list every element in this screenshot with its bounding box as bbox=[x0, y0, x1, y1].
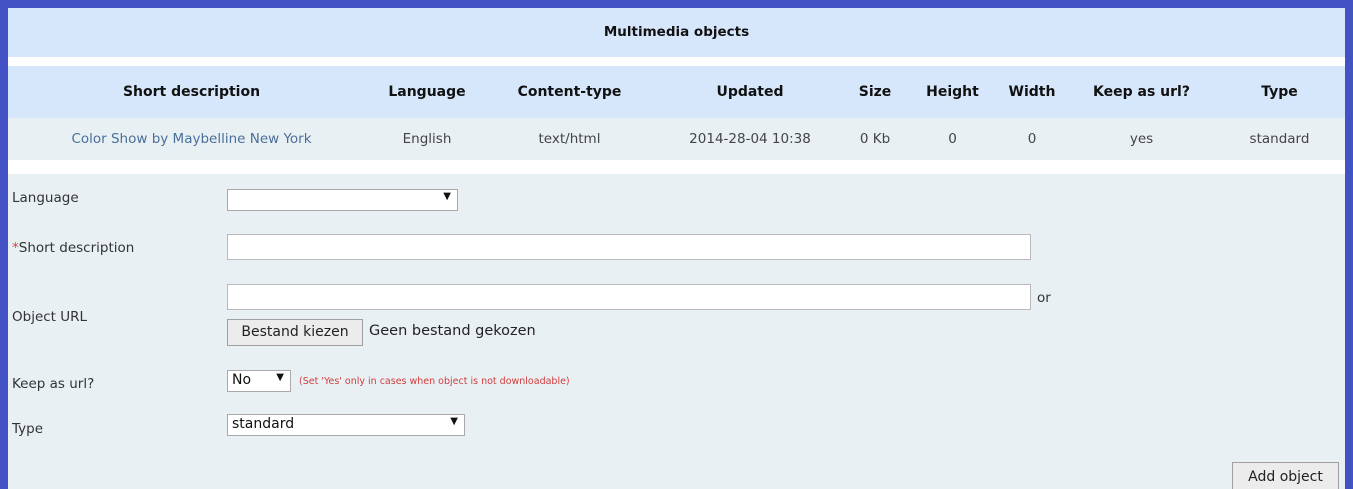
type-select[interactable]: standard ▼ bbox=[227, 414, 465, 436]
language-label: Language bbox=[12, 190, 79, 206]
col-type: Type bbox=[1261, 84, 1298, 100]
no-file-chosen-text: Geen bestand gekozen bbox=[369, 323, 536, 339]
short-description-label-text: Short description bbox=[18, 240, 135, 256]
keep-as-url-hint: (Set 'Yes' only in cases when object is … bbox=[299, 376, 570, 387]
row-updated: 2014-28-04 10:38 bbox=[689, 131, 811, 147]
table-header-row: Short description Language Content-type … bbox=[8, 66, 1345, 118]
divider bbox=[8, 160, 1345, 174]
row-short-description-link[interactable]: Color Show by Maybelline New York bbox=[8, 118, 375, 160]
col-keep-as-url: Keep as url? bbox=[1093, 84, 1190, 100]
col-size: Size bbox=[858, 84, 892, 100]
col-content-type: Content-type bbox=[517, 84, 622, 100]
short-description-input[interactable] bbox=[227, 234, 1031, 260]
row-width: 0 bbox=[1027, 131, 1037, 147]
col-short-description: Short description bbox=[122, 84, 261, 100]
language-select[interactable]: ▼ bbox=[227, 189, 458, 211]
keep-as-url-select-value: No bbox=[232, 372, 252, 388]
panel-title: Multimedia objects bbox=[8, 8, 1345, 57]
chevron-down-icon: ▼ bbox=[276, 372, 284, 383]
choose-file-button[interactable]: Bestand kiezen bbox=[227, 319, 363, 346]
row-content-type: text/html bbox=[538, 131, 601, 147]
row-size: 0 Kb bbox=[859, 131, 891, 147]
type-label: Type bbox=[12, 421, 44, 437]
or-text: or bbox=[1037, 290, 1051, 306]
object-url-label: Object URL bbox=[12, 309, 88, 325]
row-type: standard bbox=[1249, 131, 1310, 147]
short-description-label: *Short description bbox=[12, 240, 134, 256]
table-row: Color Show by Maybelline New York Englis… bbox=[8, 118, 1345, 160]
col-updated: Updated bbox=[716, 84, 784, 100]
row-height: 0 bbox=[948, 131, 957, 147]
multimedia-panel: Multimedia objects Short description Lan… bbox=[8, 8, 1345, 489]
object-url-input[interactable] bbox=[227, 284, 1031, 310]
col-width: Width bbox=[1008, 84, 1056, 100]
keep-as-url-label: Keep as url? bbox=[12, 376, 95, 392]
required-marker: * bbox=[12, 240, 19, 256]
row-keep-as-url: yes bbox=[1129, 131, 1154, 147]
chevron-down-icon: ▼ bbox=[450, 416, 458, 427]
keep-as-url-select[interactable]: No ▼ bbox=[227, 370, 291, 392]
divider bbox=[8, 57, 1345, 66]
chevron-down-icon: ▼ bbox=[443, 191, 451, 202]
col-language: Language bbox=[388, 84, 466, 100]
add-object-button[interactable]: Add object bbox=[1232, 462, 1339, 489]
row-language: English bbox=[402, 131, 452, 147]
col-height: Height bbox=[926, 84, 979, 100]
type-select-value: standard bbox=[232, 416, 295, 432]
